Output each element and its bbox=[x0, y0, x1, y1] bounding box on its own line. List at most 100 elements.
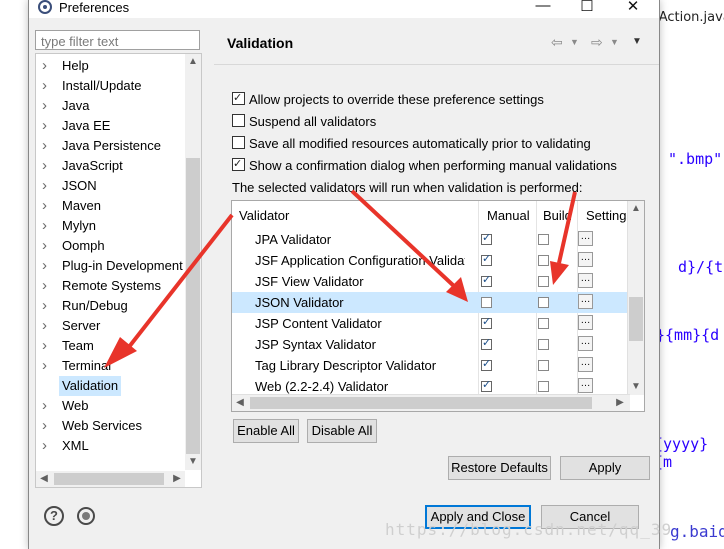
tree-item[interactable]: › Team bbox=[36, 336, 186, 356]
tree-item[interactable]: › Mylyn bbox=[36, 216, 186, 236]
settings-button[interactable]: … bbox=[578, 315, 593, 330]
close-icon[interactable]: ✕ bbox=[618, 0, 648, 17]
tree-horizontal-scrollbar[interactable]: ◀ ▶ bbox=[36, 471, 185, 487]
chevron-right-icon[interactable]: › bbox=[42, 176, 52, 196]
enable-all-button[interactable]: Enable All bbox=[233, 419, 299, 443]
chevron-right-icon[interactable]: › bbox=[42, 236, 52, 256]
maximize-icon[interactable]: ☐ bbox=[572, 0, 602, 17]
option-save-modified[interactable]: Save all modified resources automaticall… bbox=[232, 134, 591, 154]
option-suspend-all[interactable]: Suspend all validators bbox=[232, 112, 376, 132]
disable-all-button[interactable]: Disable All bbox=[307, 419, 377, 443]
tree-item[interactable]: › Server bbox=[36, 316, 186, 336]
table-row[interactable]: JSP Content Validator… bbox=[232, 313, 630, 334]
chevron-right-icon[interactable]: › bbox=[42, 156, 52, 176]
tree-item[interactable]: › Install/Update bbox=[36, 76, 186, 96]
chevron-right-icon[interactable]: › bbox=[42, 396, 52, 416]
build-checkbox[interactable] bbox=[538, 255, 549, 266]
column-header-build[interactable]: Build bbox=[543, 208, 575, 223]
chevron-right-icon[interactable]: › bbox=[42, 56, 52, 76]
chevron-right-icon[interactable]: › bbox=[42, 96, 52, 116]
record-icon[interactable] bbox=[77, 507, 95, 525]
option-show-confirmation[interactable]: Show a confirmation dialog when performi… bbox=[232, 154, 617, 176]
chevron-right-icon[interactable]: › bbox=[42, 296, 52, 316]
view-menu-icon[interactable]: ▼ bbox=[632, 36, 642, 47]
chevron-right-icon[interactable]: › bbox=[42, 76, 52, 96]
chevron-right-icon[interactable]: › bbox=[42, 436, 52, 456]
forward-dropdown-icon[interactable]: ▼ bbox=[610, 37, 619, 47]
scroll-thumb[interactable] bbox=[54, 473, 164, 485]
checkbox[interactable] bbox=[232, 154, 245, 174]
tree-item[interactable]: › JavaScript bbox=[36, 156, 186, 176]
back-arrow-icon[interactable]: ⇦ bbox=[551, 34, 563, 51]
scroll-right-icon[interactable]: ▶ bbox=[169, 471, 185, 487]
chevron-right-icon[interactable]: › bbox=[42, 276, 52, 296]
manual-checkbox[interactable] bbox=[481, 315, 492, 329]
chevron-right-icon[interactable]: › bbox=[42, 136, 52, 156]
filter-input[interactable] bbox=[39, 32, 193, 50]
tree-item[interactable]: › XML bbox=[36, 436, 186, 456]
tree-item[interactable]: › Java Persistence bbox=[36, 136, 186, 156]
chevron-right-icon[interactable]: › bbox=[42, 256, 52, 276]
manual-checkbox[interactable] bbox=[481, 273, 492, 287]
build-checkbox[interactable] bbox=[538, 339, 549, 350]
tree-item[interactable]: › Remote Systems bbox=[36, 276, 186, 296]
manual-checkbox[interactable] bbox=[481, 297, 492, 308]
tree-item[interactable]: › Plug-in Development bbox=[36, 256, 186, 276]
option-allow-override[interactable]: Allow projects to override these prefere… bbox=[232, 88, 544, 110]
tree-item[interactable]: › Java EE bbox=[36, 116, 186, 136]
scroll-up-icon[interactable]: ▲ bbox=[185, 54, 201, 70]
manual-checkbox[interactable] bbox=[481, 252, 492, 266]
tree-item[interactable]: › Run/Debug bbox=[36, 296, 186, 316]
scroll-down-icon[interactable]: ▼ bbox=[628, 379, 644, 395]
forward-arrow-icon[interactable]: ⇨ bbox=[591, 34, 603, 51]
scroll-thumb[interactable] bbox=[250, 397, 592, 409]
apply-button[interactable]: Apply bbox=[560, 456, 650, 480]
table-row[interactable]: JSF View Validator… bbox=[232, 271, 630, 292]
settings-button[interactable]: … bbox=[578, 294, 593, 309]
settings-button[interactable]: … bbox=[578, 336, 593, 351]
minimize-icon[interactable]: — bbox=[528, 0, 558, 17]
scroll-thumb[interactable] bbox=[629, 297, 643, 341]
scroll-down-icon[interactable]: ▼ bbox=[185, 454, 201, 470]
tree-item[interactable]: › Web Services bbox=[36, 416, 186, 436]
tree-item[interactable]: › Terminal bbox=[36, 356, 186, 376]
chevron-right-icon[interactable]: › bbox=[42, 196, 52, 216]
table-row[interactable]: JSON Validator… bbox=[232, 292, 630, 313]
table-row[interactable]: JPA Validator… bbox=[232, 229, 630, 250]
chevron-right-icon[interactable]: › bbox=[42, 316, 52, 336]
checkbox[interactable] bbox=[232, 114, 245, 127]
settings-button[interactable]: … bbox=[578, 273, 593, 288]
chevron-right-icon[interactable]: › bbox=[42, 336, 52, 356]
help-icon[interactable]: ? bbox=[44, 506, 64, 526]
column-header-settings[interactable]: Settings bbox=[586, 208, 628, 223]
checkbox[interactable] bbox=[232, 136, 245, 149]
chevron-right-icon[interactable]: › bbox=[42, 356, 52, 376]
manual-checkbox[interactable] bbox=[481, 231, 492, 245]
settings-button[interactable]: … bbox=[578, 231, 593, 246]
build-checkbox[interactable] bbox=[538, 276, 549, 287]
build-checkbox[interactable] bbox=[538, 360, 549, 371]
build-checkbox[interactable] bbox=[538, 297, 549, 308]
manual-checkbox[interactable] bbox=[481, 378, 492, 392]
chevron-right-icon[interactable]: › bbox=[42, 216, 52, 236]
back-dropdown-icon[interactable]: ▼ bbox=[570, 37, 579, 47]
restore-defaults-button[interactable]: Restore Defaults bbox=[448, 456, 551, 480]
table-row[interactable]: JSF Application Configuration Validator… bbox=[232, 250, 630, 271]
build-checkbox[interactable] bbox=[538, 381, 549, 392]
chevron-right-icon[interactable]: › bbox=[42, 116, 52, 136]
scroll-left-icon[interactable]: ◀ bbox=[232, 395, 248, 411]
manual-checkbox[interactable] bbox=[481, 336, 492, 350]
tree-item[interactable]: › Web bbox=[36, 396, 186, 416]
table-horizontal-scrollbar[interactable]: ◀ ▶ bbox=[232, 394, 630, 411]
table-row[interactable]: Tag Library Descriptor Validator… bbox=[232, 355, 630, 376]
tree-item[interactable]: › Help bbox=[36, 56, 186, 76]
table-row[interactable]: JSP Syntax Validator… bbox=[232, 334, 630, 355]
build-checkbox[interactable] bbox=[538, 234, 549, 245]
settings-button[interactable]: … bbox=[578, 252, 593, 267]
tree-item[interactable]: Validation bbox=[36, 376, 186, 396]
chevron-right-icon[interactable]: › bbox=[42, 416, 52, 436]
column-header-manual[interactable]: Manual bbox=[487, 208, 530, 223]
editor-tab[interactable]: tiAction.java bbox=[650, 10, 724, 25]
checkbox[interactable] bbox=[232, 88, 245, 108]
tree-item[interactable]: › Oomph bbox=[36, 236, 186, 256]
